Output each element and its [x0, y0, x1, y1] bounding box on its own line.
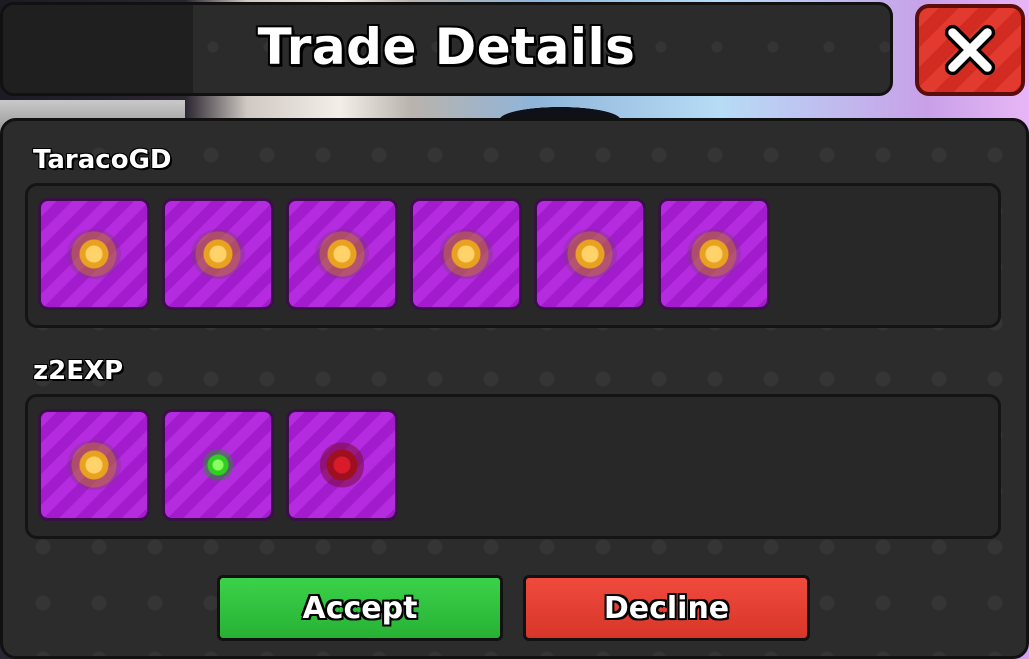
- gold-orb-icon: [67, 440, 121, 490]
- item-slot[interactable]: [658, 198, 770, 310]
- decline-button[interactable]: Decline: [523, 575, 810, 641]
- item-slot[interactable]: [38, 198, 150, 310]
- gold-orb-icon: [563, 229, 617, 279]
- gold-orb-icon: [687, 229, 741, 279]
- accept-button[interactable]: Accept: [217, 575, 503, 641]
- page-title: Trade Details: [257, 18, 636, 76]
- gold-orb-icon: [191, 229, 245, 279]
- item-slot[interactable]: [38, 409, 150, 521]
- item-slot[interactable]: [286, 198, 398, 310]
- player-name-taracogd: TaracoGD: [33, 145, 172, 175]
- item-slot[interactable]: [162, 198, 274, 310]
- red-orb-icon: [320, 439, 364, 491]
- close-icon: [944, 24, 996, 76]
- close-button[interactable]: [915, 4, 1025, 96]
- green-orb-icon: [203, 448, 233, 482]
- item-slot[interactable]: [410, 198, 522, 310]
- item-slot[interactable]: [162, 409, 274, 521]
- item-slot[interactable]: [286, 409, 398, 521]
- player-items-box: [25, 183, 1001, 328]
- gold-orb-icon: [439, 229, 493, 279]
- item-slot[interactable]: [534, 198, 646, 310]
- player-name-z2exp: z2EXP: [33, 356, 124, 386]
- gold-orb-icon: [67, 229, 121, 279]
- player-items-box: [25, 394, 1001, 539]
- gold-orb-icon: [315, 229, 369, 279]
